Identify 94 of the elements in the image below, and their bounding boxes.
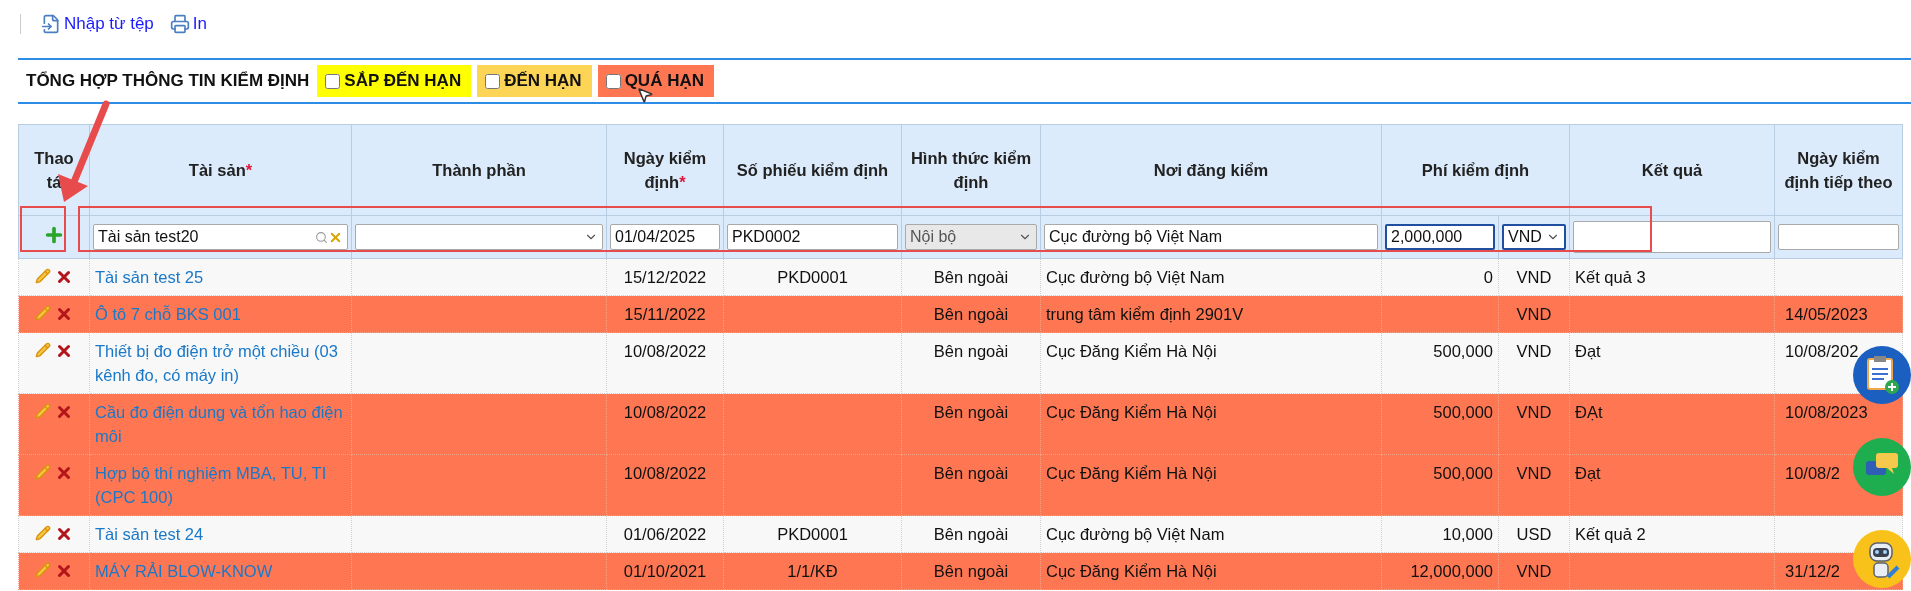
table-cell: Đạt <box>1575 464 1601 482</box>
edit-icon[interactable] <box>35 342 51 358</box>
table-cell: Đạt <box>1575 342 1601 360</box>
table-cell: Bên ngoài <box>933 464 1009 482</box>
table-cell: VND <box>1516 403 1552 421</box>
select-field[interactable] <box>355 224 603 250</box>
table-cell: Kết quả 3 <box>1575 268 1646 286</box>
delete-icon[interactable] <box>55 403 73 421</box>
table-cell: Bên ngoài <box>933 562 1009 580</box>
clipboard-icon <box>1864 355 1900 395</box>
table-cell: 01/06/2022 <box>623 525 707 543</box>
table-cell: VND <box>1516 305 1552 323</box>
checkbox[interactable] <box>605 73 621 89</box>
input-field[interactable]: PKD0002 <box>727 224 898 250</box>
table-cell: trung tâm kiểm định 2901V <box>1046 305 1244 323</box>
column-header: Ngày kiểm định tiếp theo <box>1774 124 1903 216</box>
delete-icon[interactable] <box>55 268 73 286</box>
input-field[interactable]: Cục đường bộ Việt Nam <box>1044 224 1378 250</box>
table-cell: 14/05/2023 <box>1785 305 1868 323</box>
table-cell: PKD0001 <box>777 525 848 543</box>
table-cell: 12,000,000 <box>1410 562 1493 580</box>
table-cell: ĐẠt <box>1575 403 1603 421</box>
column-header: Nơi đăng kiểm <box>1040 124 1382 216</box>
table-cell: 500,000 <box>1433 403 1493 421</box>
table-cell: 500,000 <box>1433 342 1493 360</box>
table-cell: 01/10/2021 <box>623 562 707 580</box>
printer-icon <box>169 14 190 34</box>
table-cell: Cục Đăng Kiểm Hà Nội <box>1046 464 1217 482</box>
section-title: TỔNG HỢP THÔNG TIN KIỂM ĐỊNH <box>26 71 310 91</box>
column-header: Ngày kiểm định* <box>606 124 724 216</box>
table-cell: 15/11/2022 <box>624 305 706 323</box>
table-cell: Bên ngoài <box>933 342 1009 360</box>
input-field[interactable]: 01/04/2025 <box>610 224 720 250</box>
table-cell: VND <box>1516 464 1552 482</box>
asset-lookup-field[interactable]: Tài sản test20 <box>93 224 348 250</box>
edit-icon[interactable] <box>35 268 51 284</box>
table-cell: VND <box>1516 342 1552 360</box>
edit-icon[interactable] <box>35 305 51 321</box>
text-area[interactable] <box>1573 221 1771 253</box>
filter-toggle[interactable]: ĐẾN HẠN <box>477 65 592 97</box>
column-header: Thành phần <box>351 124 607 216</box>
column-header: Tài sản* <box>89 124 352 216</box>
delete-icon[interactable] <box>55 305 73 323</box>
edit-icon[interactable] <box>35 403 51 419</box>
table-cell: Kết quả 2 <box>1575 525 1646 543</box>
column-header: Kết quả <box>1569 124 1775 216</box>
table-cell: Cục Đăng Kiểm Hà Nội <box>1046 342 1217 360</box>
table-cell: Bên ngoài <box>933 525 1009 543</box>
table-cell: 500,000 <box>1433 464 1493 482</box>
table-cell: Bên ngoài <box>933 403 1009 421</box>
table-cell: 10/08/202 <box>1785 342 1859 360</box>
print-link[interactable]: In <box>169 14 207 34</box>
table-cell: 15/12/2022 <box>623 268 707 286</box>
checkbox[interactable] <box>325 73 341 89</box>
select-field[interactable]: VND <box>1502 224 1566 250</box>
column-header: Số phiếu kiểm định <box>723 124 902 216</box>
import-link[interactable]: Nhập từ tệp <box>41 14 154 34</box>
table-cell: PKD0001 <box>777 268 848 286</box>
add-icon[interactable] <box>43 224 65 246</box>
table-cell: 1/1/KĐ <box>787 562 838 580</box>
checkbox[interactable] <box>485 73 501 89</box>
table-cell: Cục đường bộ Việt Nam <box>1046 525 1225 543</box>
filter-toggle[interactable]: SẮP ĐẾN HẠN <box>317 65 472 97</box>
table-cell: 10/08/2022 <box>623 403 707 421</box>
table-cell: 10/08/2 <box>1785 464 1841 482</box>
table-cell: Cục Đăng Kiểm Hà Nội <box>1046 403 1217 421</box>
table-cell: VND <box>1516 562 1552 580</box>
search-icon <box>315 230 328 244</box>
table-cell: 10,000 <box>1442 525 1493 543</box>
table-cell: 10/08/2022 <box>623 464 707 482</box>
import-icon <box>41 14 61 34</box>
table-cell: 0 <box>1483 268 1493 286</box>
highlight-frame <box>20 206 66 252</box>
edit-icon[interactable] <box>35 525 51 541</box>
table-cell: 31/12/2 <box>1785 562 1841 580</box>
table-cell: USD <box>1516 525 1552 543</box>
delete-icon[interactable] <box>55 562 73 580</box>
table-cell: Bên ngoài <box>933 268 1009 286</box>
table-cell: Cục đường bộ Việt Nam <box>1046 268 1225 286</box>
table-cell: Bên ngoài <box>933 305 1009 323</box>
table-cell: 10/08/2023 <box>1785 403 1868 421</box>
edit-icon[interactable] <box>35 464 51 480</box>
edit-icon[interactable] <box>35 562 51 578</box>
delete-icon[interactable] <box>55 464 73 482</box>
delete-icon[interactable] <box>55 342 73 360</box>
table-cell: VND <box>1516 268 1552 286</box>
column-header: Hình thức kiểm định <box>901 124 1041 216</box>
table-cell: Cục Đăng Kiểm Hà Nội <box>1046 562 1217 580</box>
delete-icon[interactable] <box>55 525 73 543</box>
table-cell: 10/08/2022 <box>623 342 707 360</box>
filter-toggle[interactable]: QUÁ HẠN <box>597 65 714 97</box>
column-header: Phí kiểm định <box>1381 124 1570 216</box>
input-field[interactable] <box>1778 224 1899 250</box>
input-field[interactable]: 2,000,000 <box>1385 224 1495 250</box>
